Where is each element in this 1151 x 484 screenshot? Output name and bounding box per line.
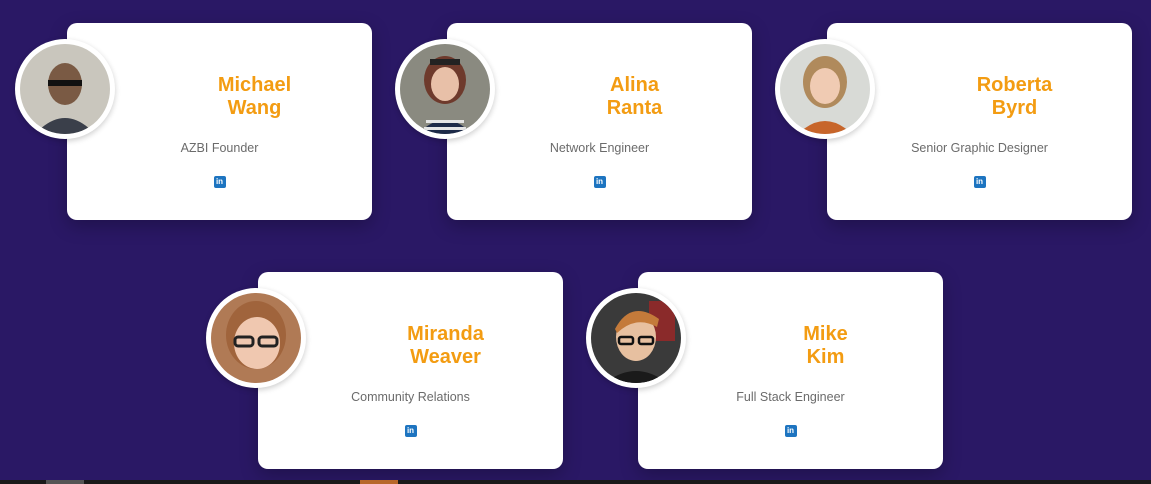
member-first-name: Miranda <box>407 323 484 345</box>
bottom-bar <box>0 480 1151 484</box>
member-last-name: Kim <box>806 346 845 368</box>
member-first-name: Mike <box>803 323 848 345</box>
avatar <box>395 39 495 139</box>
avatar <box>775 39 875 139</box>
member-name: Mike Kim <box>708 323 943 369</box>
member-last-name: Wang <box>227 97 282 119</box>
member-last-name: Ranta <box>606 97 663 119</box>
linkedin-icon[interactable]: in <box>213 176 226 188</box>
team-card-alina-ranta: Alina Ranta Network Engineer in <box>395 23 752 220</box>
avatar-photo <box>20 44 110 134</box>
avatar <box>206 288 306 388</box>
member-last-name: Byrd <box>991 97 1038 119</box>
linkedin-icon[interactable]: in <box>784 425 797 437</box>
member-role: Senior Graphic Designer <box>911 141 1048 155</box>
avatar-photo <box>591 293 681 383</box>
member-last-name: Weaver <box>410 346 481 368</box>
linkedin-icon[interactable]: in <box>973 176 986 188</box>
team-card-michael-wang: Michael Wang AZBI Founder in <box>15 23 372 220</box>
avatar-photo <box>400 44 490 134</box>
member-role: Full Stack Engineer <box>736 390 845 404</box>
linkedin-icon[interactable]: in <box>593 176 606 188</box>
member-name: Miranda Weaver <box>328 323 563 369</box>
member-first-name: Michael <box>217 74 292 96</box>
member-name: Michael Wang <box>137 74 372 120</box>
member-first-name: Alina <box>610 74 659 96</box>
avatar <box>15 39 115 139</box>
bottom-bar-segment <box>360 480 398 484</box>
member-role: Community Relations <box>351 390 470 404</box>
member-name: Roberta Byrd <box>897 74 1132 120</box>
member-name: Alina Ranta <box>517 74 752 120</box>
avatar <box>586 288 686 388</box>
bottom-bar-segment <box>46 480 84 484</box>
member-role: Network Engineer <box>549 141 650 155</box>
avatar-photo <box>211 293 301 383</box>
team-card-mike-kim: Mike Kim Full Stack Engineer in <box>586 272 943 469</box>
avatar-photo <box>780 44 870 134</box>
team-card-miranda-weaver: Miranda Weaver Community Relations in <box>206 272 563 469</box>
member-role: AZBI Founder <box>180 141 259 155</box>
linkedin-icon[interactable]: in <box>404 425 417 437</box>
team-card-roberta-byrd: Roberta Byrd Senior Graphic Designer in <box>775 23 1132 220</box>
member-first-name: Roberta <box>976 74 1053 96</box>
